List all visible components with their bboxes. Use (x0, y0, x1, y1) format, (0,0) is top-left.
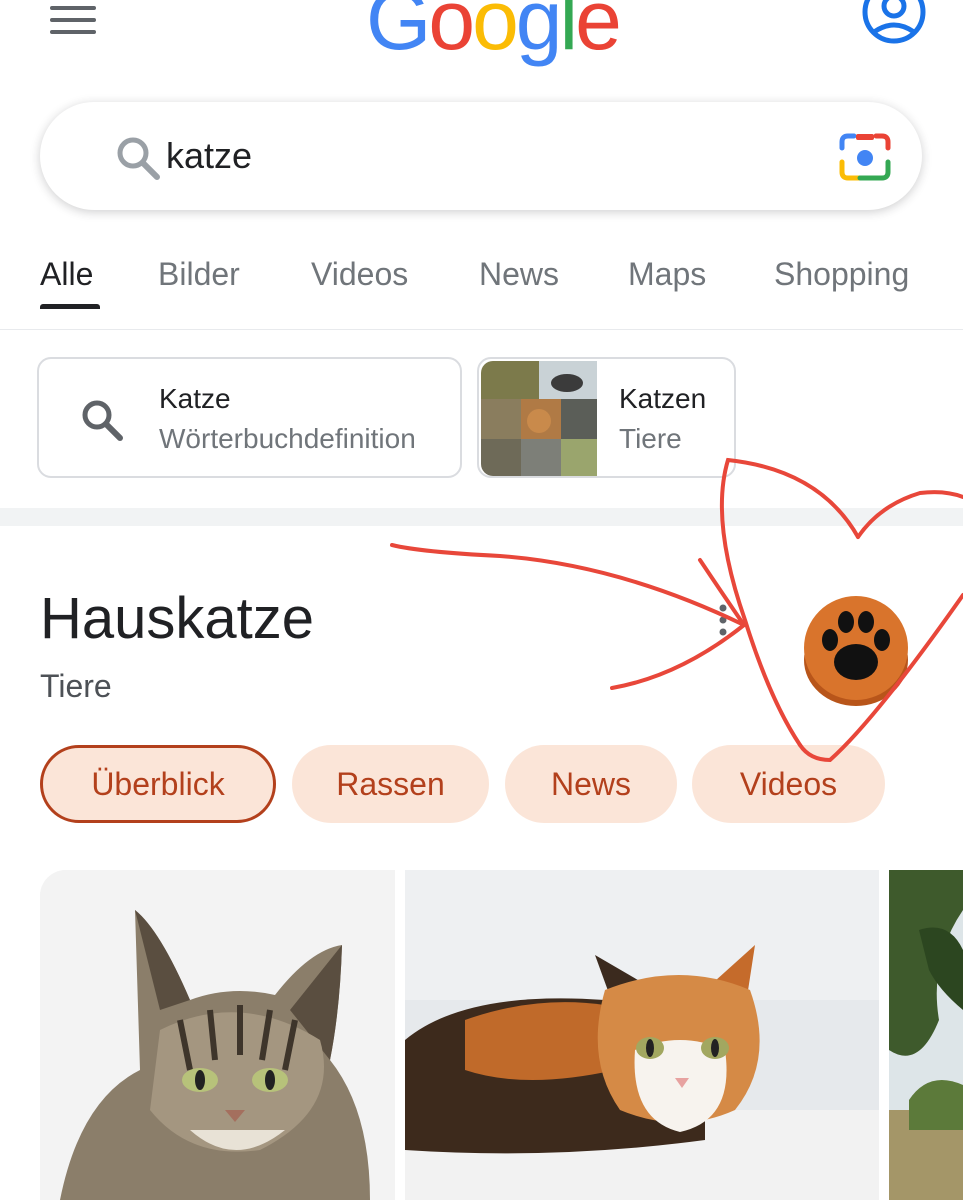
logo-letter: g (515, 0, 563, 67)
account-circle-icon[interactable] (860, 0, 928, 50)
tab-news[interactable]: News (479, 256, 559, 293)
logo-letter: o (428, 0, 475, 67)
hamburger-menu-icon[interactable] (50, 6, 98, 36)
menu-line (50, 6, 96, 10)
tab-alle[interactable]: Alle (40, 256, 93, 293)
suggestion-subtitle: Tiere (619, 423, 682, 454)
tab-bilder[interactable]: Bilder (158, 256, 240, 293)
tab-shopping[interactable]: Shopping (774, 256, 909, 293)
menu-line (50, 18, 96, 22)
search-bar[interactable] (40, 102, 922, 210)
search-icon[interactable] (114, 134, 162, 182)
suggestion-title: Katze (159, 383, 231, 414)
paw-icon[interactable] (802, 590, 910, 708)
search-tabs: Alle Bilder Videos News Maps Shopping (0, 248, 963, 330)
search-input[interactable] (166, 132, 766, 180)
image-tabby-cat[interactable] (40, 870, 395, 1200)
pill-ueberblick[interactable]: Überblick (40, 745, 276, 823)
tab-videos[interactable]: Videos (311, 256, 408, 293)
suggestion-subtitle: Wörterbuchdefinition (159, 423, 416, 454)
google-logo[interactable]: Google (366, 0, 622, 67)
more-vert-icon[interactable] (712, 600, 734, 640)
cat-collage-thumbnail (481, 361, 597, 476)
tab-maps[interactable]: Maps (628, 256, 706, 293)
suggestion-title: Katzen (619, 383, 707, 414)
section-divider (0, 508, 963, 526)
suggestion-chip-katzen[interactable]: Katzen Tiere (477, 357, 736, 478)
pill-rassen[interactable]: Rassen (292, 745, 489, 823)
logo-letter: G (366, 0, 431, 67)
menu-line (50, 30, 96, 34)
image-calico-cat[interactable] (405, 870, 879, 1200)
search-icon (82, 400, 123, 441)
pill-videos[interactable]: Videos (692, 745, 885, 823)
suggestion-chip-definition[interactable]: Katze Wörterbuchdefinition (37, 357, 462, 478)
logo-letter: o (472, 0, 519, 67)
pill-news[interactable]: News (505, 745, 677, 823)
knowledge-panel-title: Hauskatze (40, 586, 315, 651)
image-tree[interactable] (889, 870, 963, 1200)
knowledge-panel-subtitle: Tiere (40, 668, 112, 704)
google-lens-icon[interactable] (838, 132, 892, 182)
logo-letter: l (559, 0, 579, 67)
logo-letter: e (575, 0, 622, 67)
active-tab-indicator (40, 304, 100, 309)
